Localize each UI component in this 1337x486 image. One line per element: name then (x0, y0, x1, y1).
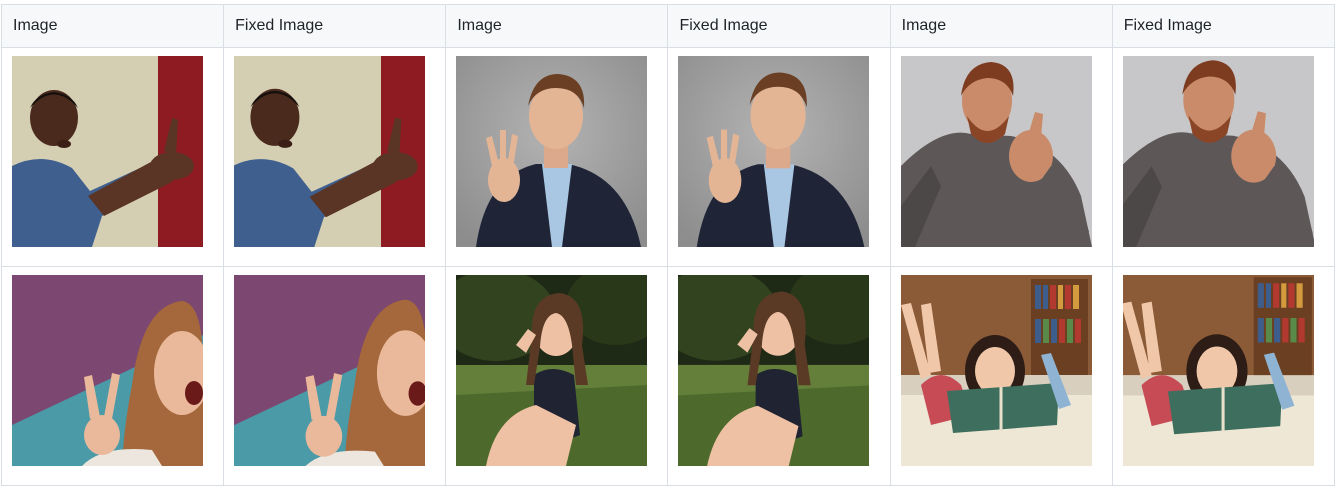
fixed-image-girl-sitting-grass (678, 275, 870, 466)
image-cell (0, 47, 225, 267)
original-image-girl-sitting-grass (456, 275, 648, 466)
image-cell (667, 47, 891, 267)
column-header: Image (0, 4, 225, 48)
original-image-bearded-man-thumbs-up (900, 56, 1092, 247)
column-header: Fixed Image (1111, 4, 1336, 48)
image-cell (0, 266, 225, 486)
column-header: Fixed Image (223, 4, 447, 48)
original-image-man-red-wall (12, 56, 203, 247)
image-cell (1111, 266, 1336, 486)
image-cell (889, 266, 1113, 486)
image-cell (223, 266, 447, 486)
fixed-image-man-blazer-wave (678, 56, 870, 247)
column-header: Fixed Image (667, 4, 891, 48)
image-cell (445, 266, 669, 486)
image-cell (223, 47, 447, 267)
column-header: Image (889, 4, 1113, 48)
image-cell (1111, 47, 1336, 267)
image-cell (889, 47, 1113, 267)
fixed-image-bearded-man-thumbs-up (1122, 56, 1314, 247)
comparison-table: Image Fixed Image Image Fixed Image Imag… (0, 4, 1336, 486)
image-cell (667, 266, 891, 486)
original-image-man-blazer-wave (456, 56, 648, 247)
table-row (0, 266, 1336, 486)
header-row: Image Fixed Image Image Fixed Image Imag… (0, 4, 1336, 48)
original-image-woman-peace-sign (12, 275, 203, 466)
fixed-image-man-red-wall (234, 56, 426, 247)
column-header: Image (445, 4, 669, 48)
fixed-image-girl-reading-bookshelf (1122, 275, 1314, 466)
original-image-girl-reading-bookshelf (900, 275, 1092, 466)
image-cell (445, 47, 669, 267)
table-body (0, 47, 1336, 486)
fixed-image-woman-peace-sign (234, 275, 426, 466)
table-row (0, 47, 1336, 267)
